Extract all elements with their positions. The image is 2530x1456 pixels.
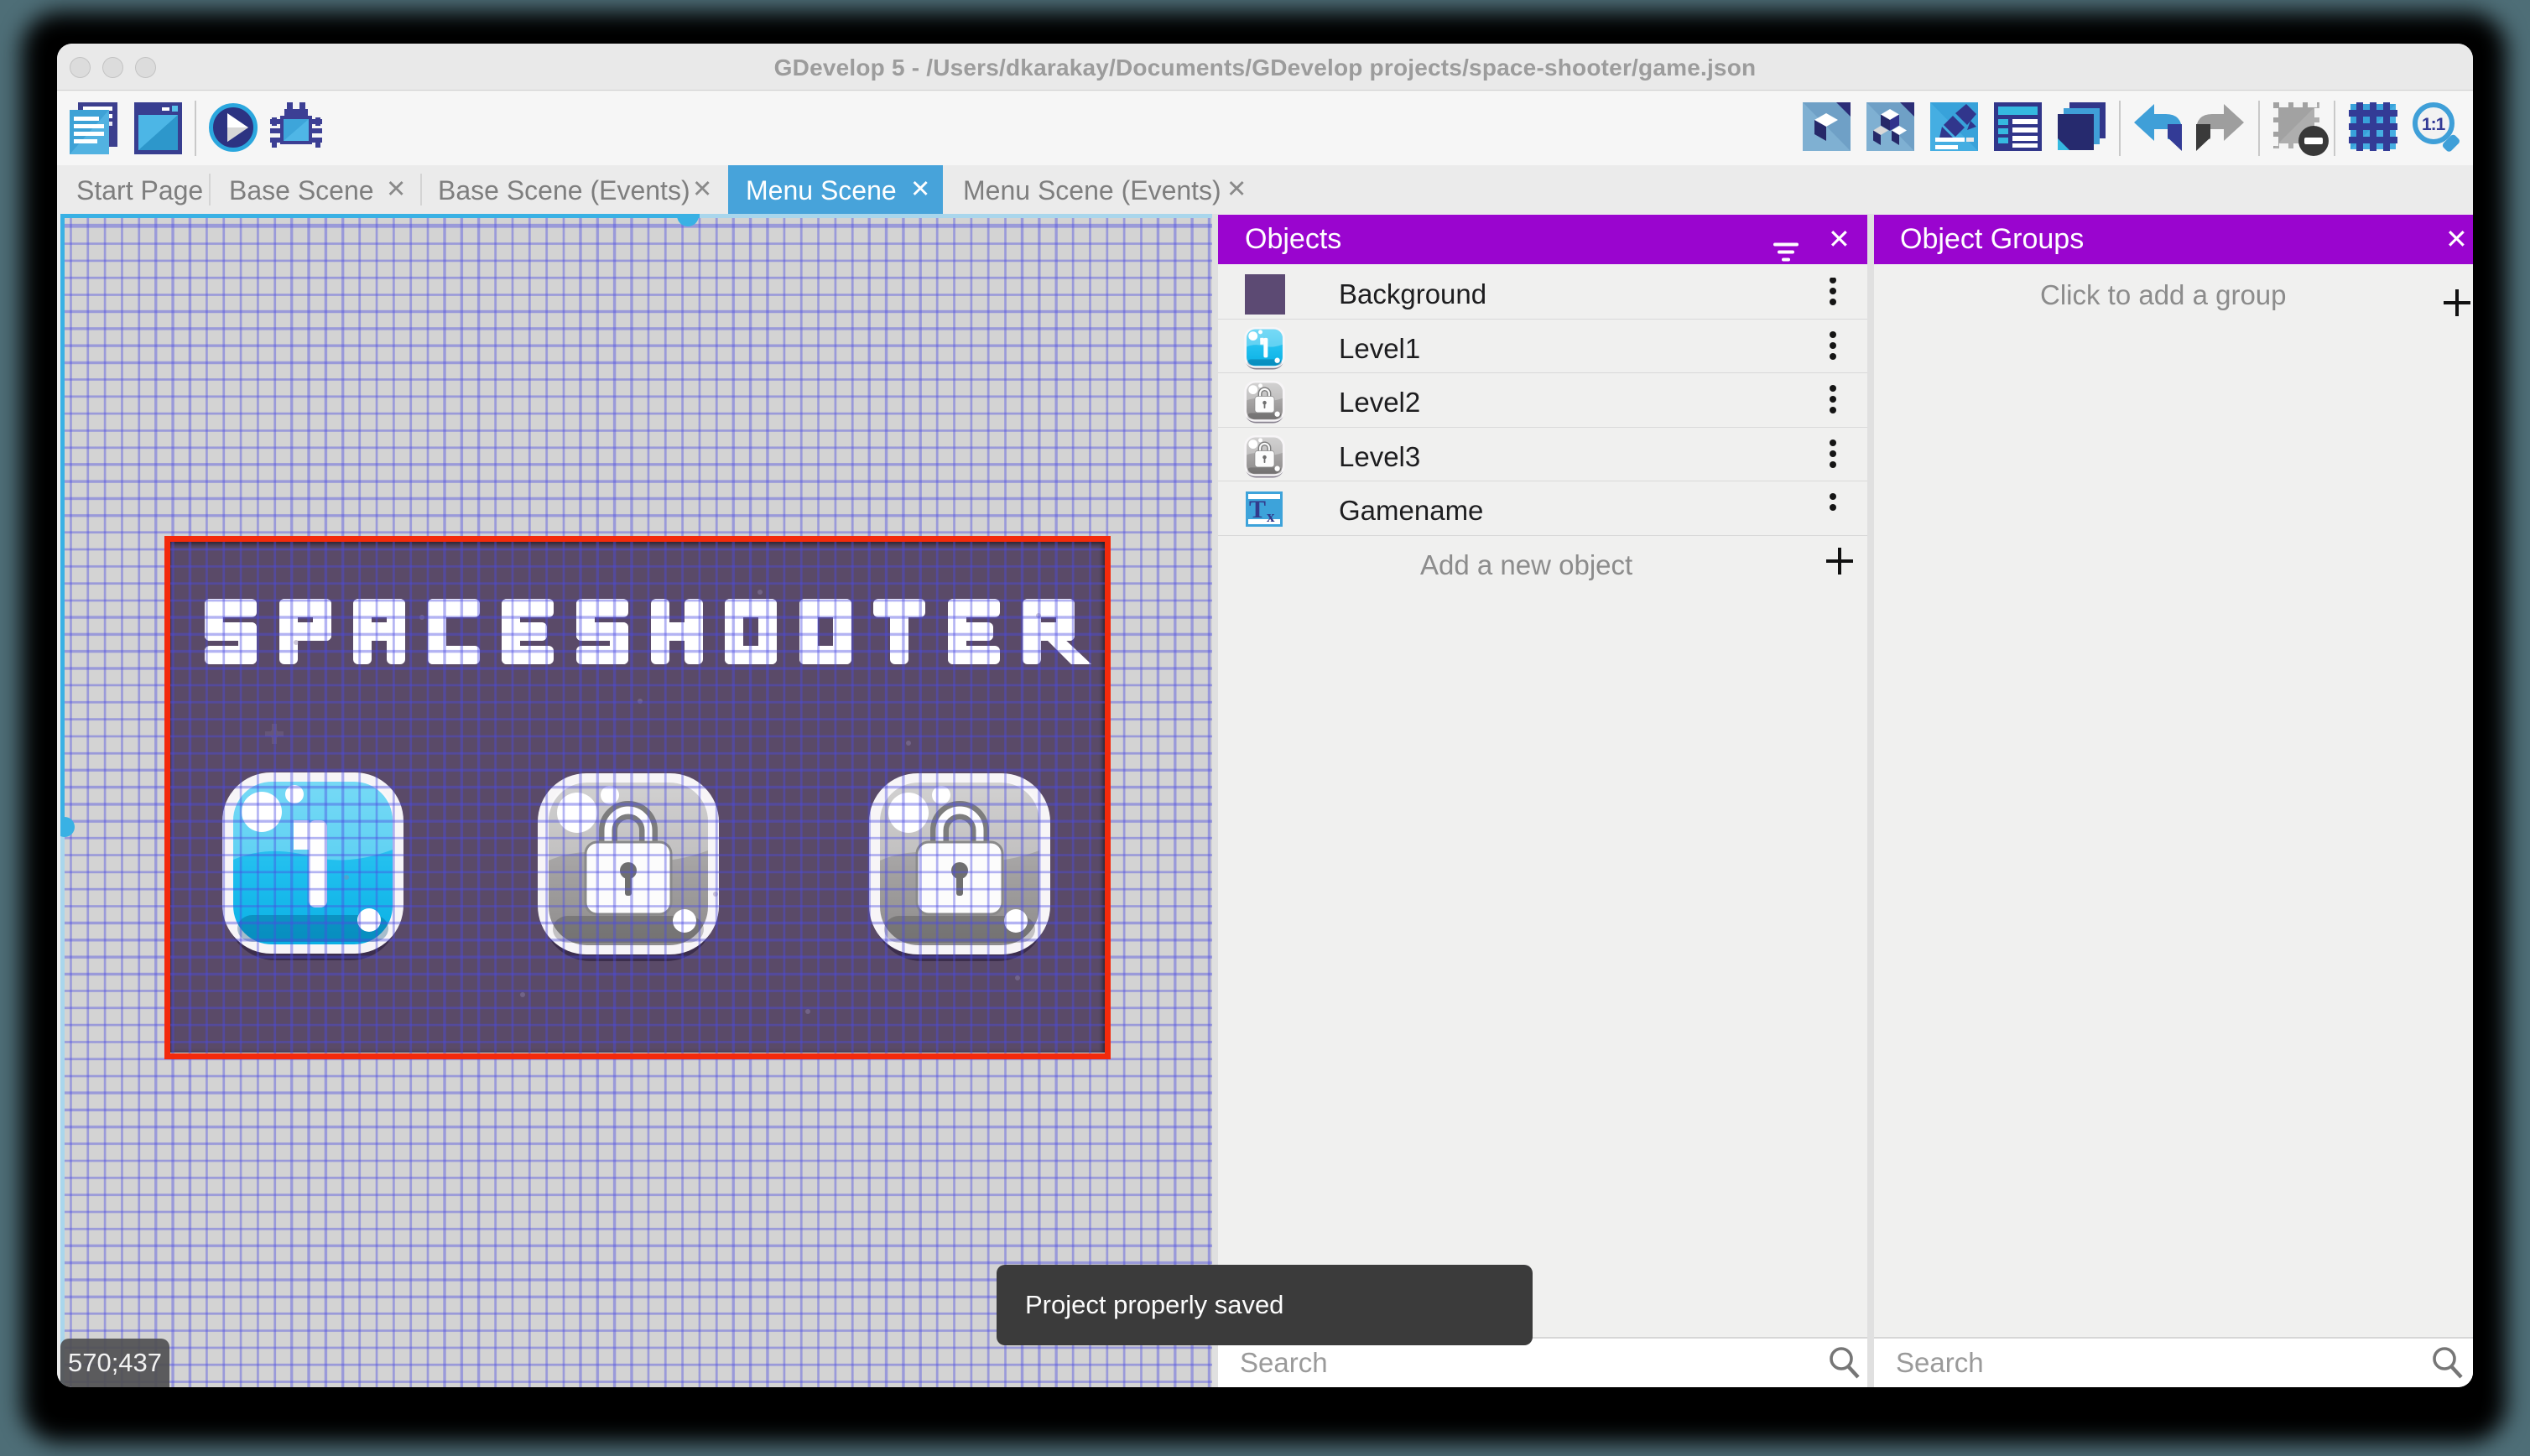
svg-text:T: T [1249, 496, 1266, 523]
svg-text:1:1: 1:1 [2422, 115, 2446, 134]
svg-text:x: x [1267, 508, 1275, 526]
